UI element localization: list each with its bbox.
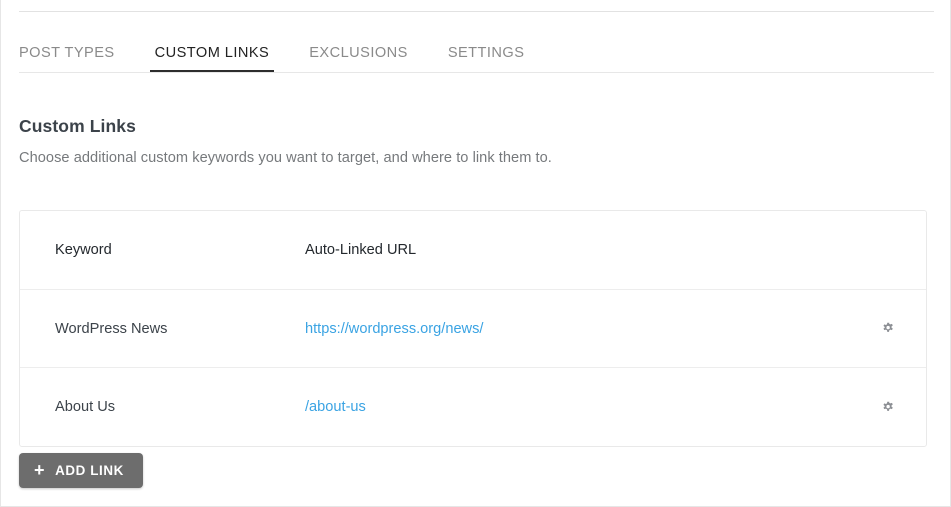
column-header-keyword: Keyword — [55, 242, 112, 258]
table-row: WordPress News https://wordpress.org/new… — [20, 290, 926, 368]
page-title: Custom Links — [19, 116, 136, 136]
table-header-row: Keyword Auto-Linked URL — [20, 211, 926, 290]
tab-exclusions[interactable]: EXCLUSIONS — [289, 24, 428, 73]
row-actions — [848, 400, 926, 415]
custom-links-panel: POST TYPES CUSTOM LINKS EXCLUSIONS SETTI… — [0, 0, 951, 507]
row-url-link[interactable]: /about-us — [305, 399, 366, 415]
plus-icon: + — [34, 459, 46, 480]
top-divider — [19, 11, 934, 12]
tab-custom-links[interactable]: CUSTOM LINKS — [135, 24, 290, 73]
gear-icon[interactable] — [880, 321, 895, 336]
add-link-button-label: ADD LINK — [55, 463, 124, 478]
row-url: /about-us — [305, 399, 848, 415]
custom-links-table: Keyword Auto-Linked URL WordPress News h… — [19, 210, 927, 447]
gear-icon[interactable] — [880, 400, 895, 415]
row-actions — [848, 321, 926, 336]
row-keyword: About Us — [55, 399, 116, 415]
page-description: Choose additional custom keywords you wa… — [19, 150, 552, 166]
tab-post-types[interactable]: POST TYPES — [19, 24, 135, 73]
row-url: https://wordpress.org/news/ — [305, 321, 848, 337]
row-url-link[interactable]: https://wordpress.org/news/ — [305, 321, 483, 337]
add-link-button[interactable]: + ADD LINK — [19, 453, 143, 488]
tab-settings[interactable]: SETTINGS — [428, 24, 545, 73]
row-keyword: WordPress News — [55, 320, 168, 337]
tab-bar: POST TYPES CUSTOM LINKS EXCLUSIONS SETTI… — [19, 24, 934, 73]
column-header-url: Auto-Linked URL — [305, 242, 417, 258]
table-row: About Us /about-us — [20, 368, 926, 446]
tab-bar-divider — [19, 72, 934, 73]
